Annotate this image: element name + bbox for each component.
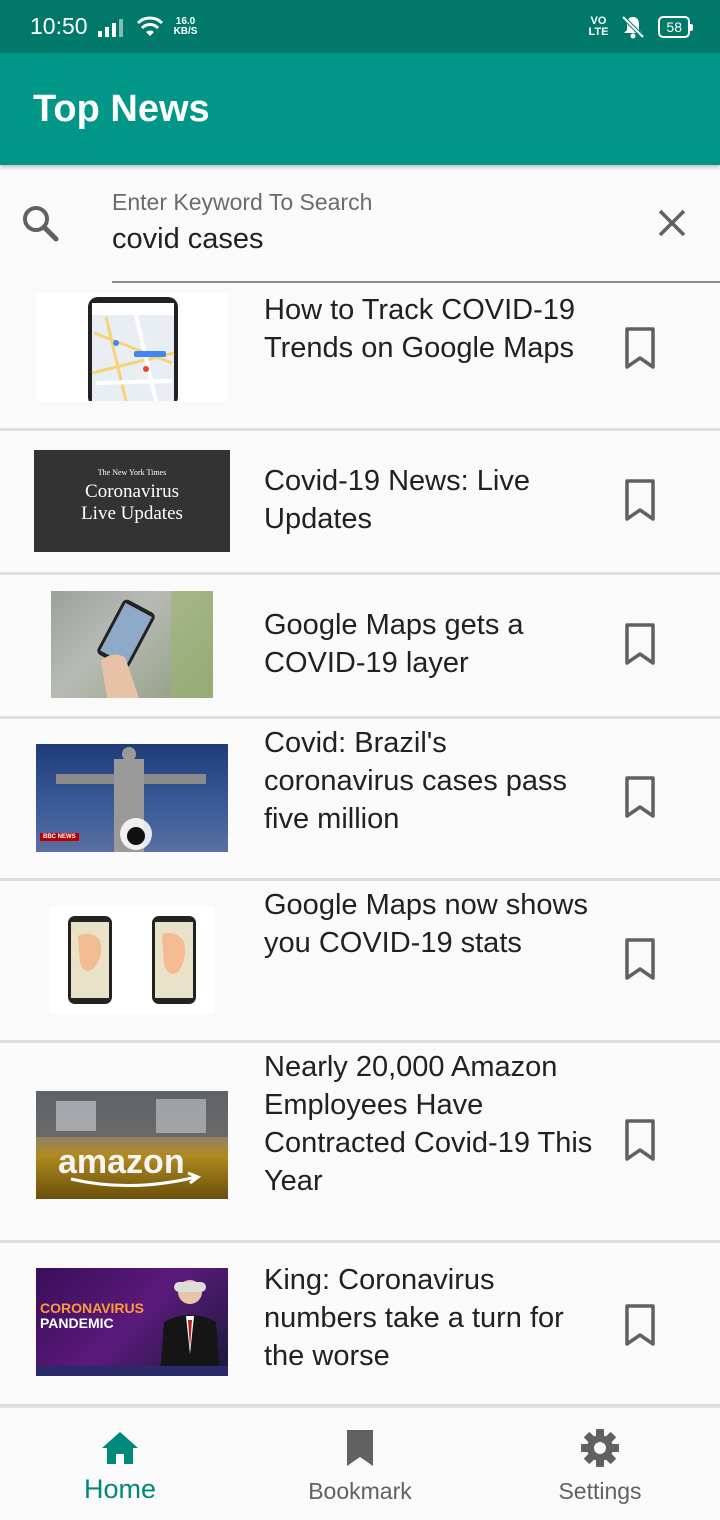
bookmark-icon[interactable] xyxy=(622,1118,658,1162)
news-thumbnail: BBC NEWS xyxy=(36,744,228,852)
nav-label: Settings xyxy=(558,1478,642,1504)
news-item[interactable]: The New York Times Coronavirus Live Upda… xyxy=(0,431,720,575)
nav-label: Home xyxy=(83,1474,157,1504)
news-thumbnail: The New York Times Coronavirus Live Upda… xyxy=(34,450,230,552)
battery-indicator: 58 xyxy=(658,15,693,38)
network-speed: 16.0 KB/S xyxy=(173,15,198,37)
nav-item-home[interactable]: Home xyxy=(0,1408,240,1520)
news-thumbnail: amazon xyxy=(36,1091,228,1199)
home-icon xyxy=(102,1432,138,1464)
search-icon[interactable] xyxy=(20,203,60,243)
news-title: How to Track COVID-19 Trends on Google M… xyxy=(264,294,576,364)
news-thumbnail: CORONAVIRUS PANDEMIC xyxy=(36,1268,228,1376)
search-input[interactable]: Enter Keyword To Search covid cases xyxy=(112,187,720,283)
bookmark-icon[interactable] xyxy=(622,1303,658,1347)
news-title: King: Coronavirus numbers take a turn fo… xyxy=(264,1264,564,1372)
news-title: Covid: Brazil's coronavirus cases pass f… xyxy=(264,727,568,835)
thumbnail-badge: BBC NEWS xyxy=(40,833,79,841)
news-thumbnail xyxy=(36,293,228,401)
volte-indicator: VO LTE xyxy=(588,14,609,38)
news-title: Covid-19 News: Live Updates xyxy=(264,465,530,535)
news-title: Google Maps now shows you COVID-19 stats xyxy=(264,889,588,959)
thumbnail-text: CORONAVIRUS xyxy=(40,1300,144,1316)
volte-top: VO xyxy=(590,14,607,27)
news-title: Google Maps gets a COVID-19 layer xyxy=(264,609,524,679)
status-left: 10:50 16.0 KB/S xyxy=(30,13,197,40)
news-thumbnail xyxy=(51,591,213,698)
bookmark-icon[interactable] xyxy=(622,622,658,666)
status-right: VO LTE 58 xyxy=(588,14,693,40)
thumbnail-masthead: The New York Times xyxy=(97,468,167,477)
news-item[interactable]: amazon Nearly 20,000 Amazon Employees Ha… xyxy=(0,1043,720,1243)
thumbnail-logo: amazon xyxy=(58,1143,185,1181)
network-speed-unit: KB/S xyxy=(173,25,198,37)
bookmark-icon[interactable] xyxy=(622,937,658,981)
search-input-label: Enter Keyword To Search xyxy=(112,189,373,215)
bookmark-icon[interactable] xyxy=(622,775,658,819)
bookmark-icon[interactable] xyxy=(622,326,658,370)
bookmark-icon[interactable] xyxy=(622,478,658,522)
volte-bottom: LTE xyxy=(588,25,609,38)
search-bar: Enter Keyword To Search covid cases xyxy=(0,165,720,283)
news-thumbnail xyxy=(50,906,214,1014)
news-item[interactable]: Google Maps gets a COVID-19 layer xyxy=(0,575,720,719)
network-speed-value: 16.0 xyxy=(175,15,196,27)
nav-item-bookmark[interactable]: Bookmark xyxy=(240,1408,480,1520)
thumbnail-text: Live Updates xyxy=(81,503,183,524)
thumbnail-text: Coronavirus xyxy=(85,481,179,502)
news-item[interactable]: How to Track COVID-19 Trends on Google M… xyxy=(0,283,720,431)
bookmark-icon xyxy=(347,1430,373,1466)
news-list: How to Track COVID-19 Trends on Google M… xyxy=(0,283,720,1407)
news-item[interactable]: CORONAVIRUS PANDEMIC King: Coronavirus n… xyxy=(0,1243,720,1407)
news-title: Nearly 20,000 Amazon Employees Have Cont… xyxy=(264,1051,593,1197)
search-input-value[interactable]: covid cases xyxy=(112,223,264,256)
news-item[interactable]: BBC NEWS Covid: Brazil's coronavirus cas… xyxy=(0,719,720,881)
bottom-navigation: Home Bookmark Settings xyxy=(0,1407,720,1520)
wifi-icon xyxy=(136,16,163,36)
mute-icon xyxy=(622,15,645,38)
news-item[interactable]: Google Maps now shows you COVID-19 stats xyxy=(0,881,720,1043)
app-bar: Top News xyxy=(0,53,720,165)
gear-icon xyxy=(581,1429,619,1467)
nav-label: Bookmark xyxy=(308,1478,412,1504)
status-bar: 10:50 16.0 KB/S VO LTE 58 xyxy=(0,0,720,53)
thumbnail-text: PANDEMIC xyxy=(40,1315,114,1331)
signal-icon xyxy=(97,18,123,37)
close-icon[interactable] xyxy=(652,203,692,243)
page-title: Top News xyxy=(33,87,210,130)
status-time: 10:50 xyxy=(30,13,88,39)
nav-item-settings[interactable]: Settings xyxy=(480,1408,720,1520)
